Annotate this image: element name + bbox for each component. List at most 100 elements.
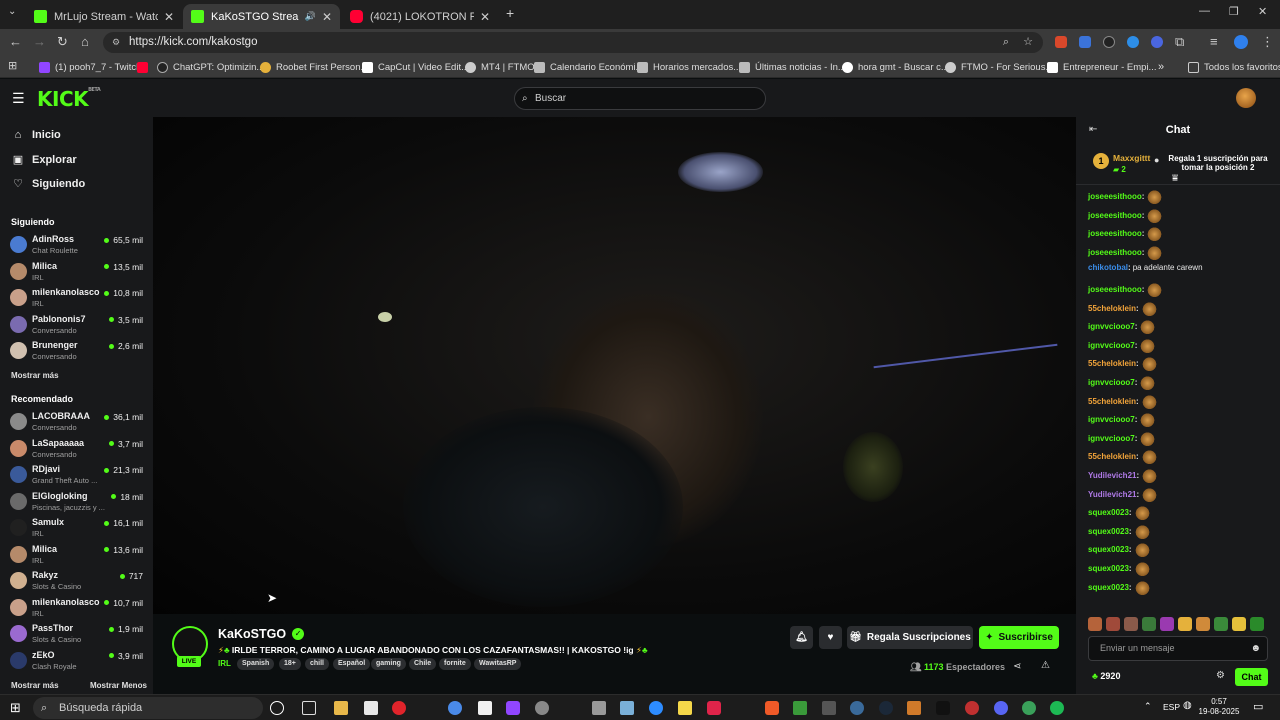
tiktok-icon[interactable] xyxy=(707,701,721,715)
browser-tab-kakostgo[interactable]: KaKoSTGO Stream - Watch 🔊 ✕ xyxy=(183,4,340,29)
kick-logo[interactable]: KICKBETA xyxy=(37,87,101,111)
bookmark-item[interactable]: (1) pooh7_7 - Twitch xyxy=(39,59,141,75)
channel-row[interactable]: LACOBRAAA Conversando 36,1 mil xyxy=(10,410,145,434)
channel-row[interactable]: Pablononis7 Conversando 3,5 mil xyxy=(10,313,145,337)
chat-username[interactable]: ignvvciooo7 xyxy=(1088,378,1135,387)
channel-row[interactable]: AdinRoss Chat Roulette 65,5 mil xyxy=(10,233,145,257)
quick-emote-icon[interactable] xyxy=(1142,617,1156,631)
chat-username[interactable]: squex0023 xyxy=(1088,508,1129,517)
bookmark-item[interactable]: Entrepreneur - Empi... xyxy=(1047,59,1156,75)
browser-menu-icon[interactable]: ⋮ xyxy=(1261,34,1274,50)
gifter-name[interactable]: Maxxgittt xyxy=(1113,153,1150,163)
user-avatar[interactable] xyxy=(1236,88,1256,108)
notification-bell-button[interactable]: 🔔︎ xyxy=(790,626,813,649)
close-tab-icon[interactable]: ✕ xyxy=(480,10,490,24)
follow-heart-button[interactable]: ♥ xyxy=(819,626,842,649)
nav-siguiendo[interactable]: ♡ Siguiendo xyxy=(11,177,85,191)
app-icon[interactable] xyxy=(620,701,634,715)
channel-row[interactable]: Brunenger Conversando 2,6 mil xyxy=(10,339,145,363)
app-icon[interactable] xyxy=(850,701,864,715)
tray-chevron-icon[interactable]: ⌃ xyxy=(1144,701,1152,712)
chat-username[interactable]: ignvvciooo7 xyxy=(1088,322,1135,331)
bookmark-item[interactable]: FTMO - For Serious... xyxy=(945,59,1053,75)
quick-emote-icon[interactable] xyxy=(1232,617,1246,631)
quick-emote-icon[interactable] xyxy=(1196,617,1210,631)
home-icon[interactable]: ⌂ xyxy=(81,34,89,49)
emoji-picker-icon[interactable]: ☻ xyxy=(1250,637,1261,660)
show-more-following-link[interactable]: Mostrar más xyxy=(11,371,59,380)
channel-name[interactable]: KaKoSTGO ✓ xyxy=(218,627,305,641)
report-warning-icon[interactable]: ⚠ xyxy=(1041,660,1050,671)
chat-username[interactable]: 55cheloklein xyxy=(1088,452,1136,461)
zoom-icon[interactable]: ⌕ xyxy=(1003,32,1009,53)
browser-tab-mrlujo[interactable]: MrLujo Stream - Watch Live on ✕ xyxy=(26,4,182,29)
reload-icon[interactable]: ↻ xyxy=(57,34,68,50)
chat-username[interactable]: ignvvciooo7 xyxy=(1088,415,1135,424)
all-favorites-folder[interactable]: Todos los favoritos xyxy=(1188,59,1280,75)
discord-icon[interactable] xyxy=(994,701,1008,715)
cortana-icon[interactable] xyxy=(270,701,284,715)
nav-inicio[interactable]: ⌂ Inicio xyxy=(11,129,61,141)
chat-username[interactable]: squex0023 xyxy=(1088,545,1129,554)
stream-tag[interactable]: Español xyxy=(333,658,371,670)
bookmark-star-icon[interactable]: ☆ xyxy=(1023,32,1033,53)
quick-emote-icon[interactable] xyxy=(1124,617,1138,631)
app-icon[interactable] xyxy=(822,701,836,715)
stream-tag[interactable]: chill xyxy=(305,658,330,670)
channel-row[interactable]: zEkO Clash Royale 3,9 mil xyxy=(10,649,145,673)
twitch-icon[interactable] xyxy=(506,701,520,715)
chat-input[interactable]: Enviar un mensaje ☻ xyxy=(1088,636,1268,661)
close-tab-icon[interactable]: ✕ xyxy=(322,10,332,24)
channel-row[interactable]: Milica IRL 13,6 mil xyxy=(10,543,145,567)
bookmark-item[interactable]: hora gmt - Buscar c... xyxy=(842,59,949,75)
chat-username[interactable]: 55cheloklein xyxy=(1088,304,1136,313)
forward-icon[interactable]: → xyxy=(33,34,46,49)
file-explorer-icon[interactable] xyxy=(334,701,348,715)
extension-icon[interactable] xyxy=(1103,36,1115,48)
speaker-icon[interactable]: 🔊 xyxy=(305,11,316,22)
channel-row[interactable]: RDjavi Grand Theft Auto ... 21,3 mil xyxy=(10,463,145,487)
bookmark-item[interactable]: Calendario Económi... xyxy=(534,59,643,75)
quick-emote-icon[interactable] xyxy=(1160,617,1174,631)
bookmark-item[interactable]: Roobet First Person... xyxy=(260,59,368,75)
stream-tag[interactable]: Spanish xyxy=(237,658,275,670)
chat-username[interactable]: joseeesithooo xyxy=(1088,285,1142,294)
settings-icon[interactable] xyxy=(535,701,549,715)
sticky-notes-icon[interactable] xyxy=(678,701,692,715)
language-indicator[interactable]: ESP xyxy=(1163,702,1180,712)
channel-row[interactable]: Samulx IRL 16,1 mil xyxy=(10,516,145,540)
channel-row[interactable]: Rakyz Slots & Casino 717 xyxy=(10,569,145,593)
chat-username[interactable]: squex0023 xyxy=(1088,583,1129,592)
chat-username[interactable]: 55cheloklein xyxy=(1088,397,1136,406)
quick-emote-icon[interactable] xyxy=(1214,617,1228,631)
tiktok-icon[interactable] xyxy=(936,701,950,715)
extensions-puzzle-icon[interactable]: ⧉ xyxy=(1175,34,1184,50)
gift-subs-button[interactable]: 🎁︎ Regala Suscripciones xyxy=(847,626,973,649)
translate-extension-icon[interactable] xyxy=(1079,36,1091,48)
new-tab-button[interactable]: + xyxy=(506,5,514,21)
taskbar-clock[interactable]: 0:57 19-08-2025 xyxy=(1196,697,1242,717)
search-input[interactable]: ⌕ Buscar xyxy=(514,87,766,110)
quick-emote-icon[interactable] xyxy=(1250,617,1264,631)
back-icon[interactable]: ← xyxy=(9,34,22,49)
channel-row[interactable]: ElGlogloking Piscinas, jacuzzis y ... 18 m… xyxy=(10,490,145,514)
channel-row[interactable]: milenkanolasco IRL 10,7 mil xyxy=(10,596,145,620)
quick-emote-icon[interactable] xyxy=(1106,617,1120,631)
spotify-icon[interactable] xyxy=(1050,701,1064,715)
extension-icon[interactable] xyxy=(1127,36,1139,48)
quick-emote-icon[interactable] xyxy=(1088,617,1102,631)
taskbar-search-input[interactable]: ⌕ Búsqueda rápida xyxy=(33,697,263,719)
send-chat-button[interactable]: Chat xyxy=(1235,668,1268,686)
chrome-icon[interactable] xyxy=(1022,701,1036,715)
chat-username[interactable]: joseeesithooo xyxy=(1088,211,1142,220)
maximize-icon[interactable]: ❐ xyxy=(1229,5,1239,18)
chat-username[interactable]: Yudilevich21 xyxy=(1088,490,1136,499)
bookmark-item[interactable]: Últimas noticias - In... xyxy=(739,59,846,75)
close-window-icon[interactable]: ✕ xyxy=(1258,5,1267,18)
extension-icon[interactable] xyxy=(1151,36,1163,48)
chat-username[interactable]: Yudilevich21 xyxy=(1088,471,1136,480)
stream-tag[interactable]: 18+ xyxy=(279,658,301,670)
chat-username[interactable]: chikotobal xyxy=(1088,263,1128,272)
chat-username[interactable]: joseeesithooo xyxy=(1088,229,1142,238)
task-view-icon[interactable] xyxy=(302,701,316,715)
